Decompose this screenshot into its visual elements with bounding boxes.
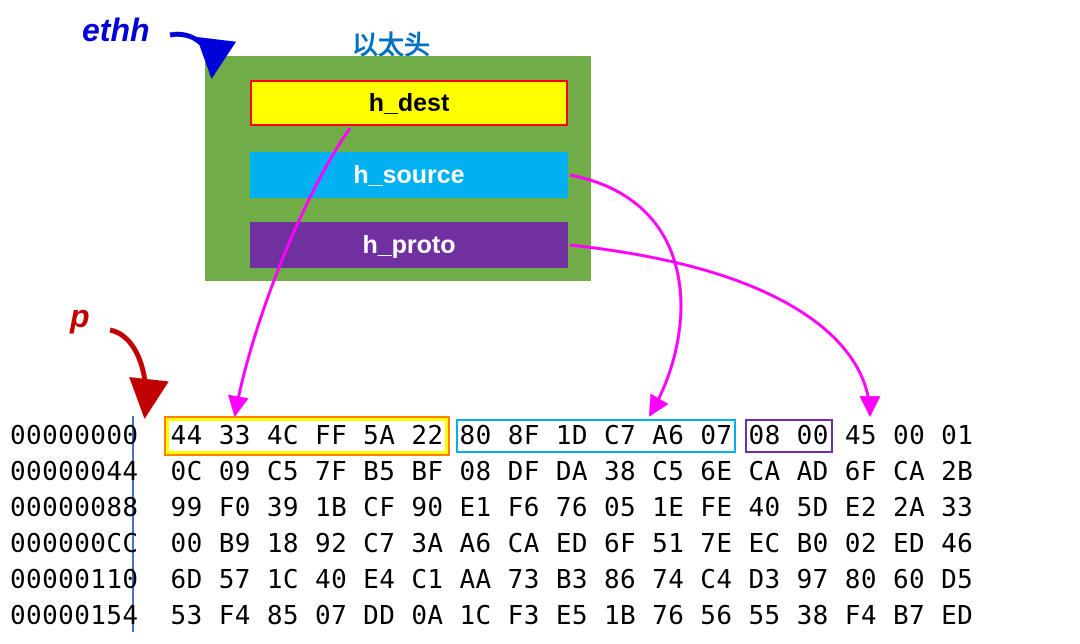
hex-dump: 00000000 44 33 4C FF 5A 22 80 8F 1D C7 A…: [10, 418, 973, 634]
arrow-p-to-hex: [110, 330, 146, 415]
p-label: p: [70, 298, 90, 335]
field-h-dest: h_dest: [250, 80, 568, 126]
hex-h-dest: 44 33 4C FF 5A 22: [169, 421, 446, 451]
hex-h-proto: 08 00: [747, 421, 831, 451]
field-h-source: h_source: [250, 152, 568, 198]
field-h-proto: h_proto: [250, 222, 568, 268]
ethh-label: ethh: [82, 12, 150, 49]
arrow-hproto-to-hex: [570, 245, 870, 415]
hex-h-source: 80 8F 1D C7 A6 07: [458, 421, 735, 451]
ethhdr-struct-box: h_dest h_source h_proto: [205, 56, 591, 281]
